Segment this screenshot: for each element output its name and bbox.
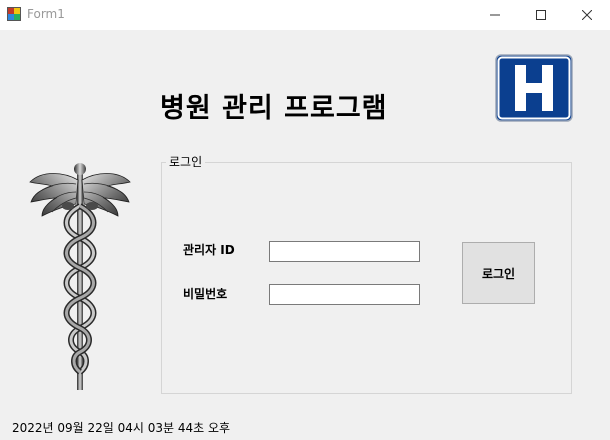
close-button[interactable] [564,0,610,30]
admin-id-label: 관리자 ID [183,243,235,257]
window-title: Form1 [27,7,65,21]
app-icon [7,7,21,21]
admin-id-input[interactable] [269,241,420,262]
password-input[interactable] [269,284,420,305]
maximize-icon [536,10,546,20]
hospital-logo-icon [495,54,573,122]
maximize-button[interactable] [518,0,564,30]
close-icon [582,10,592,20]
minimize-icon [490,14,500,16]
login-button[interactable]: 로그인 [462,242,535,304]
caduceus-icon [29,163,131,390]
program-title: 병원 관리 프로그램 [160,93,388,124]
datetime-label: 2022년 09월 22일 04시 03분 44초 오후 [12,421,231,435]
minimize-button[interactable] [472,0,518,30]
login-group-label: 로그인 [166,153,206,170]
title-bar: Form1 [0,0,610,30]
password-label: 비밀번호 [183,287,228,301]
